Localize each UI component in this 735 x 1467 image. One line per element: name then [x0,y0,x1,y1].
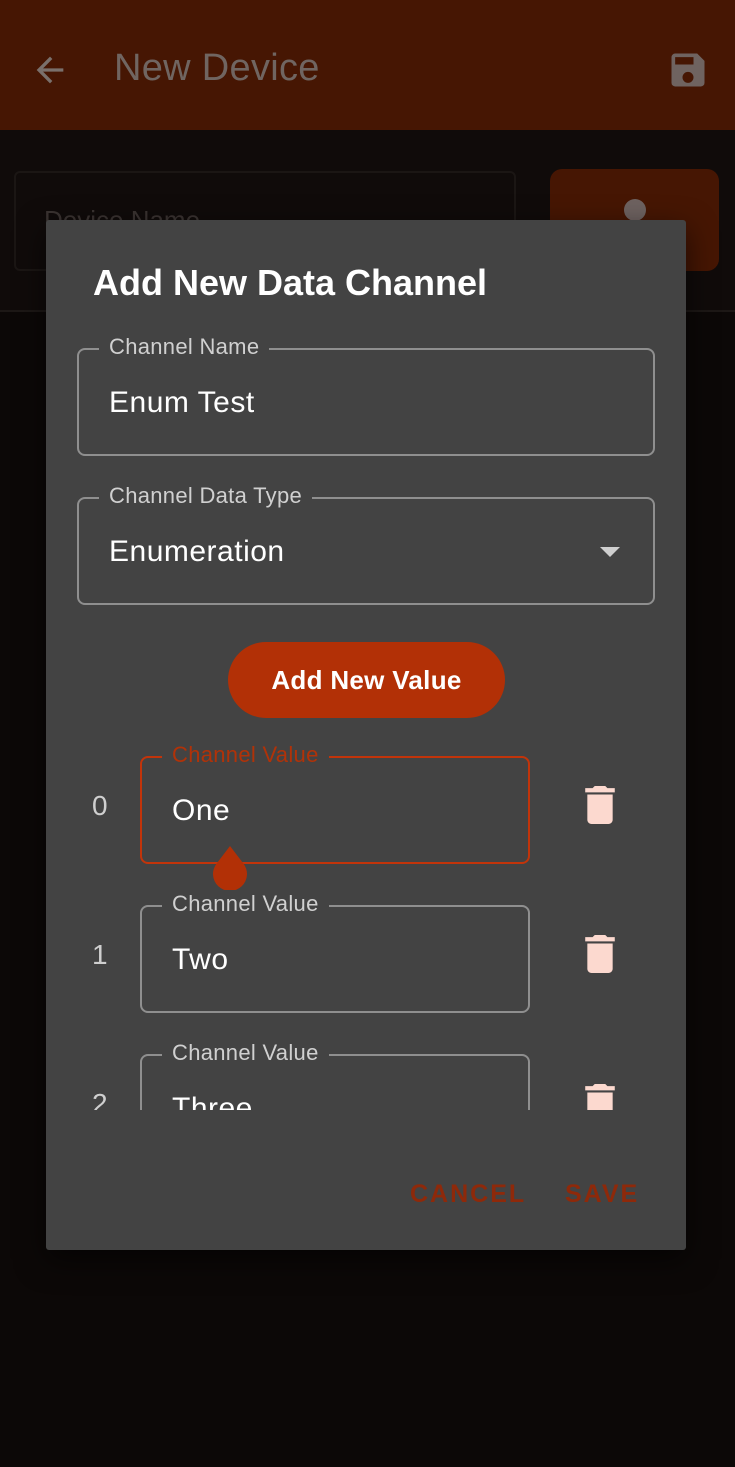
dialog-actions: CANCEL SAVE [46,1180,686,1220]
channel-name-value[interactable]: Enum Test [109,386,255,420]
channel-value-field[interactable]: Channel Value Three [140,1039,530,1110]
dialog-title: Add New Data Channel [93,262,488,303]
floppy-disk-icon[interactable] [666,48,710,92]
add-data-channel-dialog: Add New Data Channel Channel Name Enum T… [46,220,686,1250]
channel-value-field[interactable]: Channel Value Two [140,890,530,1013]
add-channel-icon [624,199,646,221]
text-cursor-handle[interactable] [210,846,250,892]
trash-icon[interactable] [584,1084,616,1110]
channel-data-type-select[interactable]: Channel Data Type Enumeration [77,482,655,605]
cancel-button[interactable]: CANCEL [410,1180,526,1209]
value-index: 2 [92,1088,108,1110]
channel-values-list[interactable]: 0 Channel Value One 1 Channel Value Two [46,740,686,1110]
caret-down-icon[interactable] [598,545,622,559]
app-bar: New Device [0,0,735,130]
channel-value-field[interactable]: Channel Value One [140,741,530,864]
channel-data-type-label: Channel Data Type [99,482,313,510]
channel-name-field[interactable]: Channel Name Enum Test [77,333,655,456]
list-item: 0 Channel Value One [46,741,686,891]
channel-value-input[interactable]: Three [172,1092,253,1110]
trash-icon[interactable] [584,935,616,973]
value-index: 0 [92,790,108,821]
channel-value-label: Channel Value [162,890,329,918]
arrow-left-icon[interactable] [30,50,70,90]
page-title: New Device [114,47,320,89]
channel-value-input[interactable]: One [172,794,230,828]
add-new-value-button[interactable]: Add New Value [228,642,505,718]
trash-icon[interactable] [584,786,616,824]
list-item: 1 Channel Value Two [46,890,686,1013]
channel-value-label: Channel Value [162,1039,329,1067]
channel-data-type-value[interactable]: Enumeration [109,535,285,569]
channel-name-label: Channel Name [99,333,270,361]
list-item: 2 Channel Value Three [46,1039,686,1110]
value-index: 1 [92,939,108,970]
channel-value-input[interactable]: Two [172,943,229,977]
channel-value-label: Channel Value [162,741,329,769]
save-button[interactable]: SAVE [565,1180,639,1209]
